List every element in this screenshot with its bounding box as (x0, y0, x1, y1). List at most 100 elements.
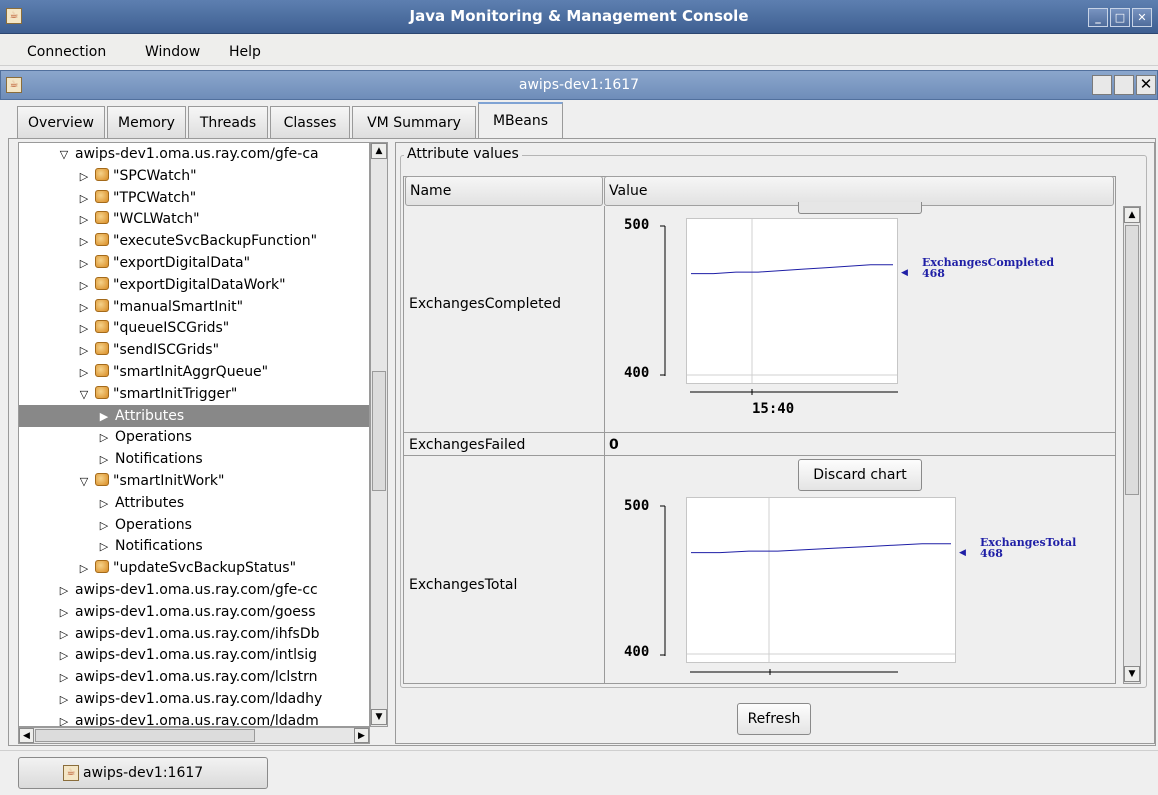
collapsed-triangle-icon[interactable]: ▷ (77, 209, 91, 231)
tree-node[interactable]: ▷ "updateSvcBackupStatus" (77, 557, 296, 579)
close-button[interactable]: ✕ (1132, 8, 1152, 27)
collapsed-triangle-icon[interactable]: ▷ (57, 711, 71, 726)
taskbar-window-button[interactable]: ☕ awips-dev1:1617 (18, 757, 268, 789)
tree-node[interactable]: ▷ awips-dev1.oma.us.ray.com/ldadm (57, 710, 319, 727)
tree-node[interactable]: ▷ "smartInitAggrQueue" (77, 361, 268, 383)
tree-node[interactable]: ▷ "manualSmartInit" (77, 296, 243, 318)
internal-frame-titlebar: ☕ awips-dev1:1617 ✕ (0, 70, 1158, 100)
frame-minimize-button[interactable] (1092, 75, 1112, 95)
chart-plot-area (686, 497, 956, 663)
expanded-triangle-icon[interactable]: ▽ (77, 384, 91, 406)
tree-node[interactable]: ▷ "queueISCGrids" (77, 317, 229, 339)
tab-vm-summary[interactable]: VM Summary (352, 106, 476, 138)
tree-node[interactable]: ▷ awips-dev1.oma.us.ray.com/ldadhy (57, 688, 322, 710)
tree-node[interactable]: ▷ awips-dev1.oma.us.ray.com/intlsig (57, 644, 317, 666)
attribute-name: ExchangesCompleted (409, 296, 562, 312)
tree-node[interactable]: ▶ Attributes (19, 404, 369, 428)
scroll-down-arrow-icon[interactable]: ▼ (371, 709, 387, 725)
collapsed-triangle-icon[interactable]: ▷ (57, 580, 71, 602)
tab-overview[interactable]: Overview (17, 106, 105, 138)
collapsed-triangle-icon[interactable]: ▷ (77, 188, 91, 210)
collapsed-triangle-icon[interactable]: ▷ (57, 602, 71, 624)
table-scroll-thumb[interactable] (1125, 225, 1139, 495)
collapsed-triangle-icon[interactable]: ▷ (77, 166, 91, 188)
tree-node[interactable]: ▷ Notifications (97, 535, 203, 557)
frame-close-button[interactable]: ✕ (1136, 75, 1156, 95)
tree-node[interactable]: ▷ Operations (97, 426, 192, 448)
scroll-up-arrow-icon[interactable]: ▲ (371, 143, 387, 159)
internal-frame-title: awips-dev1:1617 (518, 77, 640, 93)
tree-scroll-thumb[interactable] (372, 371, 386, 491)
menu-connection[interactable]: Connection (27, 44, 106, 60)
tree-node[interactable]: ▷ "WCLWatch" (77, 208, 200, 230)
mbean-tree[interactable]: ▽ awips-dev1.oma.us.ray.com/gfe-ca ▷ "SPCWa… (18, 142, 370, 727)
tree-node[interactable]: ▷ awips-dev1.oma.us.ray.com/gfe-cc (57, 579, 318, 601)
tree-node[interactable]: ▷ awips-dev1.oma.us.ray.com/ihfsDb (57, 623, 320, 645)
collapsed-triangle-icon[interactable]: ▷ (57, 689, 71, 711)
scroll-down-arrow-icon[interactable]: ▼ (1124, 666, 1140, 682)
collapsed-triangle-icon[interactable]: ▷ (77, 558, 91, 580)
tree-node[interactable]: ▷ "SPCWatch" (77, 165, 197, 187)
tree-node[interactable]: ▽ "smartInitWork" (77, 470, 224, 492)
tree-vertical-scrollbar[interactable]: ▲ ▼ (370, 142, 388, 727)
tree-node[interactable]: ▷ "exportDigitalData" (77, 252, 250, 274)
column-header-name[interactable]: Name (405, 176, 603, 206)
tree-node[interactable]: ▷ awips-dev1.oma.us.ray.com/goess (57, 601, 316, 623)
y-tick-400: 400 (624, 644, 650, 660)
tree-node-label: "smartInitTrigger" (113, 385, 238, 402)
collapsed-triangle-icon[interactable]: ▷ (77, 275, 91, 297)
tab-mbeans[interactable]: MBeans (478, 102, 563, 139)
tree-node[interactable]: ▷ Operations (97, 514, 192, 536)
tree-horizontal-scrollbar[interactable]: ◀ ▶ (18, 727, 370, 744)
collapsed-triangle-icon[interactable]: ▶ (97, 406, 111, 428)
mbean-icon (95, 473, 109, 486)
collapsed-triangle-icon[interactable]: ▷ (97, 493, 111, 515)
expanded-triangle-icon[interactable]: ▽ (77, 471, 91, 493)
tree-node[interactable]: ▽ "smartInitTrigger" (77, 383, 237, 405)
tree-node[interactable]: ▷ Notifications (97, 448, 203, 470)
frame-maximize-button[interactable] (1114, 75, 1134, 95)
tree-node[interactable]: ▷ Attributes (97, 492, 184, 514)
tree-node-label: awips-dev1.oma.us.ray.com/ldadm (75, 712, 319, 727)
tab-classes[interactable]: Classes (270, 106, 350, 138)
tree-node[interactable]: ▷ "executeSvcBackupFunction" (77, 230, 317, 252)
tree-node[interactable]: ▷ awips-dev1.oma.us.ray.com/lclstrn (57, 666, 318, 689)
tree-node[interactable]: ▽ awips-dev1.oma.us.ray.com/gfe-ca (57, 143, 319, 165)
maximize-button[interactable]: □ (1110, 8, 1130, 27)
scroll-left-arrow-icon[interactable]: ◀ (19, 728, 34, 743)
scroll-up-arrow-icon[interactable]: ▲ (1124, 207, 1140, 223)
collapsed-triangle-icon[interactable]: ▷ (57, 624, 71, 646)
collapsed-triangle-icon[interactable]: ▷ (77, 297, 91, 319)
collapsed-triangle-icon[interactable]: ▷ (77, 253, 91, 275)
tab-memory[interactable]: Memory (107, 106, 186, 138)
scroll-right-arrow-icon[interactable]: ▶ (354, 728, 369, 743)
tree-node-label: awips-dev1.oma.us.ray.com/gfe-cc (75, 582, 318, 598)
tree-hscroll-thumb[interactable] (35, 729, 255, 742)
collapsed-triangle-icon[interactable]: ▷ (97, 536, 111, 558)
table-vertical-scrollbar[interactable]: ▲ ▼ (1123, 206, 1141, 684)
collapsed-triangle-icon[interactable]: ▷ (97, 427, 111, 449)
mbean-icon (95, 364, 109, 377)
mbean-icon (95, 560, 109, 574)
discard-chart-button[interactable]: Discard chart (798, 459, 922, 491)
tree-node[interactable]: ▷ "sendISCGrids" (77, 339, 219, 361)
collapsed-triangle-icon[interactable]: ▷ (97, 515, 111, 537)
tree-node[interactable]: ▷ "exportDigitalDataWork" (77, 274, 286, 296)
collapsed-triangle-icon[interactable]: ▷ (77, 340, 91, 362)
collapsed-triangle-icon[interactable]: ▷ (57, 645, 71, 667)
collapsed-triangle-icon[interactable]: ▷ (77, 318, 91, 340)
minimize-button[interactable]: _ (1088, 8, 1108, 27)
menu-window[interactable]: Window (145, 44, 200, 60)
discard-chart-button-partial[interactable] (798, 202, 922, 214)
collapsed-triangle-icon[interactable]: ▷ (97, 449, 111, 471)
collapsed-triangle-icon[interactable]: ▷ (77, 362, 91, 384)
tree-node-label: awips-dev1.oma.us.ray.com/intlsig (75, 647, 318, 664)
legend-marker-icon: ◀ (901, 268, 908, 278)
tree-node[interactable]: ▷ "TPCWatch" (77, 187, 196, 209)
expanded-triangle-icon[interactable]: ▽ (57, 144, 71, 166)
tab-threads[interactable]: Threads (188, 106, 268, 138)
collapsed-triangle-icon[interactable]: ▷ (77, 231, 91, 253)
refresh-button[interactable]: Refresh (737, 703, 811, 735)
menu-help[interactable]: Help (229, 44, 261, 60)
collapsed-triangle-icon[interactable]: ▷ (57, 667, 71, 689)
